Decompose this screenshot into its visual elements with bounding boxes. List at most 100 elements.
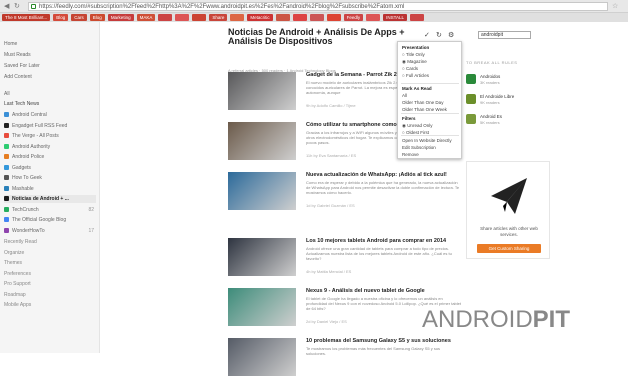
sidebar-feed-item[interactable]: WonderHowTo 17 bbox=[4, 227, 96, 235]
feed-name: Engadget Full RSS Feed bbox=[12, 122, 68, 129]
sidebar-bottom-link[interactable]: Pro Support bbox=[4, 280, 96, 288]
sidebar-bottom-link[interactable]: Mobile Apps bbox=[4, 301, 96, 309]
menu-divider bbox=[401, 135, 459, 136]
recommended-feed[interactable]: Androidos 3K readers bbox=[466, 74, 546, 88]
star-icon[interactable]: ☆ bbox=[612, 2, 618, 11]
android-icon bbox=[466, 114, 476, 124]
menu-item[interactable]: ◉ Magazine bbox=[402, 59, 427, 65]
article-snippet: Te mostramos los problemas más frecuente… bbox=[306, 346, 441, 356]
sidebar-item-must-reads[interactable]: Must Reads bbox=[4, 51, 96, 59]
bookmark-item[interactable] bbox=[175, 14, 190, 21]
bookmark-item[interactable]: Metacritic bbox=[247, 14, 273, 21]
menu-item[interactable]: ◉ Unread Only bbox=[402, 123, 432, 129]
menu-item[interactable]: ○ Full Articles bbox=[402, 73, 429, 78]
sidebar-feed-item[interactable]: Gadgets bbox=[4, 164, 96, 172]
menu-item[interactable]: Open In Website Directly bbox=[402, 138, 452, 143]
sidebar-bottom-link[interactable]: Roadmap bbox=[4, 291, 96, 299]
article-title[interactable]: Nexus 9 - Análisis del nuevo tablet de G… bbox=[306, 288, 461, 295]
sidebar-feed-item[interactable]: The Verge - All Posts bbox=[4, 132, 96, 140]
sidebar-bottom-link[interactable]: Recently Read bbox=[4, 238, 96, 246]
bookmark-item[interactable] bbox=[275, 14, 290, 21]
article-item[interactable]: Los 10 mejores tablets Android para comp… bbox=[228, 238, 463, 278]
bookmark-item[interactable]: MAKA bbox=[136, 14, 156, 21]
sidebar-feed-item[interactable]: Noticias de Android + ... bbox=[4, 195, 96, 203]
article-item[interactable]: 10 problemas del Samsung Galaxy S5 y sus… bbox=[228, 338, 463, 378]
bookmark-item[interactable]: Blog bbox=[89, 14, 105, 21]
sidebar-item-all[interactable]: All bbox=[4, 90, 96, 98]
android-icon bbox=[466, 74, 476, 84]
bookmark-item[interactable]: Feedly bbox=[343, 14, 364, 21]
article-thumbnail[interactable] bbox=[228, 72, 296, 110]
article-thumbnail[interactable] bbox=[228, 338, 296, 376]
sidebar-feed-item[interactable]: TechCrunch 82 bbox=[4, 206, 96, 214]
bookmark-item[interactable]: Blog bbox=[53, 14, 69, 21]
article-snippet: Android ofrece una gran cantidad de tabl… bbox=[306, 246, 452, 261]
menu-item[interactable]: ○ Oldest First bbox=[402, 130, 429, 135]
article-meta: 2d by Daniel Viejo / ES bbox=[306, 319, 347, 324]
gear-icon[interactable]: ⚙ bbox=[448, 32, 454, 40]
menu-item[interactable]: Remove bbox=[402, 152, 419, 157]
sidebar-feed-item[interactable]: Android Authority bbox=[4, 143, 96, 151]
article-thumbnail[interactable] bbox=[228, 172, 296, 210]
bookmark-item[interactable] bbox=[192, 14, 207, 21]
watermark-part2: PIT bbox=[532, 306, 571, 333]
article-thumbnail[interactable] bbox=[228, 122, 296, 160]
article-thumbnail[interactable] bbox=[228, 238, 296, 276]
article-meta: 11h by Eva Santamaría / ES bbox=[306, 153, 357, 158]
article-item[interactable]: Nueva actualización de WhatsApp: ¡Adiós … bbox=[228, 172, 463, 212]
recommended-feed-readers: 9K readers bbox=[480, 100, 500, 105]
sidebar-item-home[interactable]: Home bbox=[4, 40, 96, 48]
menu-item[interactable]: Older Than One Week bbox=[402, 107, 447, 112]
article-title[interactable]: 10 problemas del Samsung Galaxy S5 y sus… bbox=[306, 338, 461, 345]
sidebar-feed-item[interactable]: Android Police bbox=[4, 153, 96, 161]
feed-unread-count: 17 bbox=[88, 227, 94, 234]
bookmark-item[interactable]: INSTALL bbox=[383, 14, 408, 21]
back-arrow-icon[interactable]: ◀ bbox=[4, 2, 9, 11]
sidebar-bottom-link[interactable]: Organize bbox=[4, 249, 96, 257]
refresh-icon[interactable]: ↻ bbox=[436, 32, 442, 40]
menu-item[interactable]: ○ Cards bbox=[402, 66, 418, 71]
sidebar-feed-item[interactable]: Android Central bbox=[4, 111, 96, 119]
menu-item[interactable]: All bbox=[402, 93, 407, 98]
sidebar-bottom-link[interactable]: Themes bbox=[4, 259, 96, 267]
feed-name: WonderHowTo bbox=[12, 227, 45, 234]
bookmark-item[interactable] bbox=[309, 14, 324, 21]
right-column: TO BREAK ALL RULES Androidos 3K readers El… bbox=[466, 22, 550, 353]
menu-item[interactable]: Older Than One Day bbox=[402, 100, 443, 105]
sidebar-feed-item[interactable]: The Official Google Blog bbox=[4, 216, 96, 224]
sidebar-feed-item[interactable]: Mashable bbox=[4, 185, 96, 193]
bookmark-item[interactable]: Marketing bbox=[107, 14, 134, 21]
sidebar-collection[interactable]: Last Tech News bbox=[4, 100, 96, 108]
article-meta: 4h by Mattia Mencial / ES bbox=[306, 269, 352, 274]
recommended-feed[interactable]: El Androide Libre 9K readers bbox=[466, 94, 546, 108]
bookmark-item[interactable] bbox=[366, 14, 381, 21]
article-title[interactable]: Nueva actualización de WhatsApp: ¡Adiós … bbox=[306, 172, 461, 179]
sidebar-feed-item[interactable]: How To Geek bbox=[4, 174, 96, 182]
reload-icon[interactable]: ↻ bbox=[14, 2, 20, 11]
article-title[interactable]: Los 10 mejores tablets Android para comp… bbox=[306, 238, 461, 245]
url-text: https://feedly.com/#subscription%2Ffeed%… bbox=[39, 4, 405, 10]
custom-sharing-button[interactable]: Get Custom Sharing bbox=[477, 244, 541, 253]
address-bar[interactable]: https://feedly.com/#subscription%2Ffeed%… bbox=[28, 2, 608, 11]
article-thumbnail[interactable] bbox=[228, 288, 296, 326]
bookmark-item[interactable]: Cars bbox=[71, 14, 87, 21]
menu-presentation-header: Presentation bbox=[402, 45, 430, 50]
home-label: Home bbox=[4, 41, 18, 47]
bookmark-item[interactable]: The 8 Most Brilliant... bbox=[2, 14, 51, 21]
menu-item[interactable]: ○ Title Only bbox=[402, 52, 425, 57]
sidebar-feed-item[interactable]: Engadget Full RSS Feed bbox=[4, 122, 96, 130]
sidebar-item-saved[interactable]: Saved For Later bbox=[4, 62, 96, 70]
bookmark-item[interactable] bbox=[326, 14, 341, 21]
menu-item[interactable]: Edit Subscription bbox=[402, 145, 436, 150]
bookmark-item[interactable] bbox=[410, 14, 425, 21]
recommended-feed[interactable]: Android Es 5K readers bbox=[466, 114, 546, 128]
menu-item-label: Cards bbox=[405, 66, 418, 71]
sidebar-bottom-link[interactable]: Preferences bbox=[4, 270, 96, 278]
check-icon[interactable]: ✓ bbox=[424, 32, 430, 40]
sidebar-item-add-content[interactable]: Add Content bbox=[4, 73, 96, 81]
bookmark-item[interactable]: Share bbox=[209, 14, 228, 21]
bookmark-item[interactable] bbox=[230, 14, 245, 21]
bookmark-item[interactable] bbox=[158, 14, 173, 21]
bookmark-item[interactable] bbox=[292, 14, 307, 21]
paper-plane-icon bbox=[491, 178, 527, 214]
